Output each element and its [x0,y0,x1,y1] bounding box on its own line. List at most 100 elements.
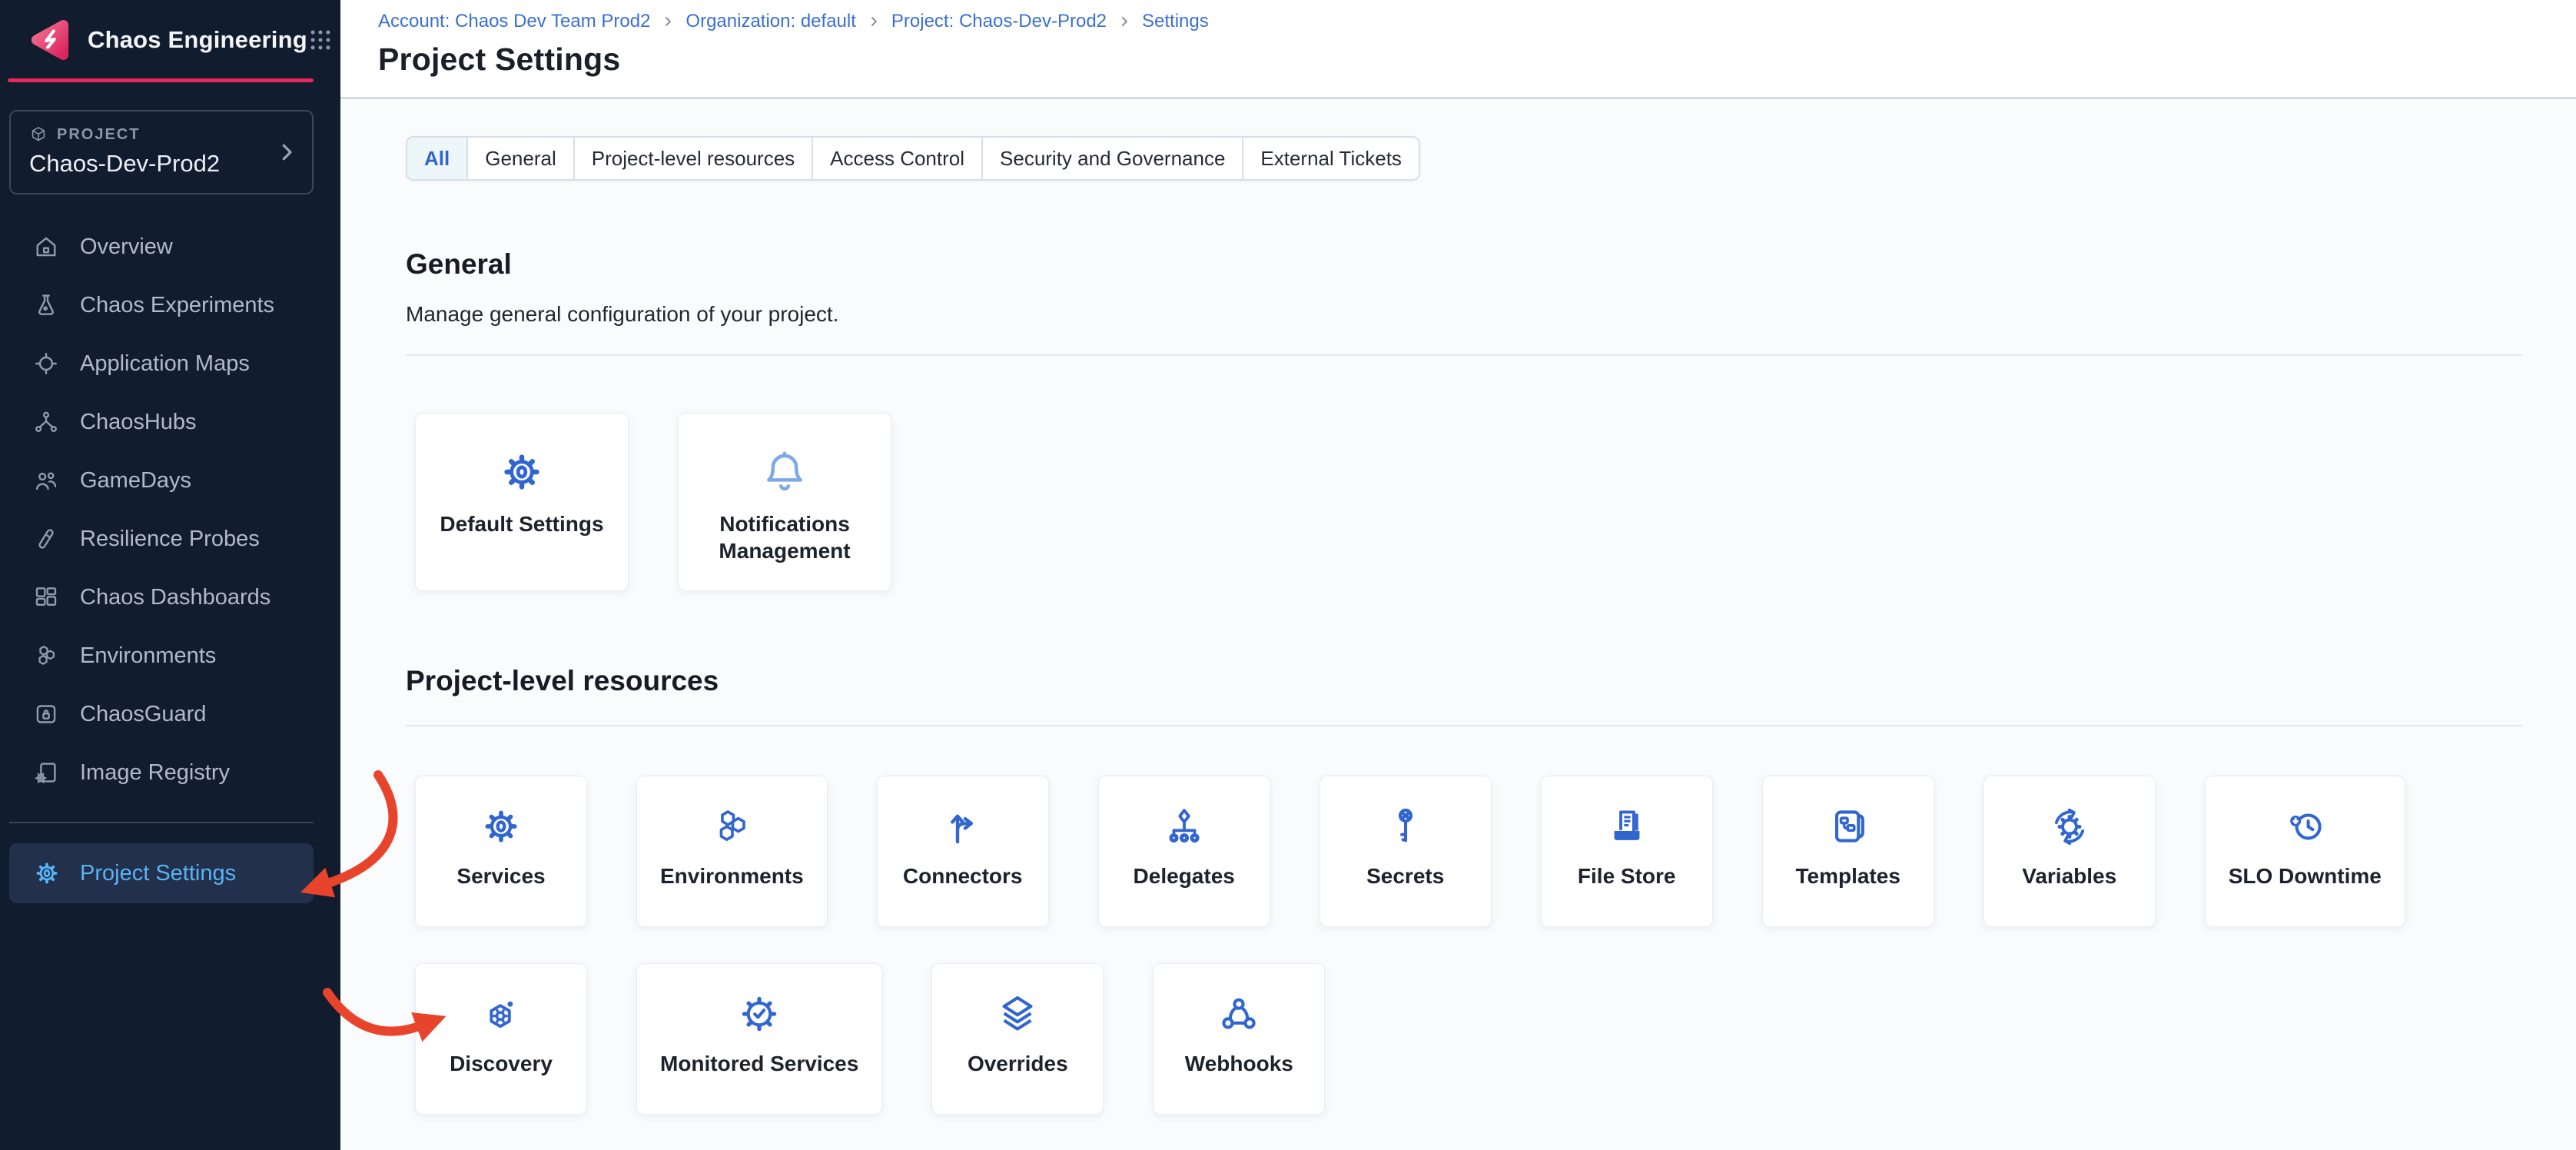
sidebar-nav: Overview Chaos Experiments Application M… [0,218,340,802]
sidebar-item-label: ChaosGuard [80,702,206,727]
sidebar-divider [9,822,314,823]
sidebar-item-chaos-experiments[interactable]: Chaos Experiments [0,276,340,334]
sidebar-item-chaos-dashboards[interactable]: Chaos Dashboards [0,568,340,627]
section-title-project-level-resources: Project-level resources [406,665,2522,697]
page-title: Project Settings [378,42,2545,78]
filter-tabs: All General Project-level resources Acce… [406,136,1420,181]
card-connectors[interactable]: Connectors [877,776,1049,927]
card-label: Webhooks [1185,1052,1293,1076]
sidebar-item-label: Chaos Dashboards [80,585,271,610]
breadcrumb: Account: Chaos Dev Team Prod2 Organizati… [378,11,2545,32]
card-webhooks[interactable]: Webhooks [1153,963,1325,1115]
discovery-icon [479,992,523,1036]
target-icon [32,350,60,377]
chevron-separator-icon [1117,14,1132,29]
card-label: Discovery [450,1052,553,1076]
chevron-separator-icon [866,14,881,29]
chaos-engineering-project-settings-page: { "sidebar": { "brand": {"title": "Chaos… [0,0,2576,1150]
sidebar-item-label: Chaos Experiments [80,293,274,318]
sidebar-item-project-settings[interactable]: Project Settings [9,843,314,903]
card-label: Secrets [1366,864,1444,889]
card-label: SLO Downtime [2229,864,2382,889]
tab-access-control[interactable]: Access Control [812,138,981,179]
gear-icon [479,804,523,849]
slo-downtime-icon [2282,804,2327,849]
brand-header: Chaos Engineering [0,0,340,78]
accent-divider [8,78,314,82]
gear-icon [497,447,546,497]
app-grid-icon[interactable] [307,27,334,53]
sidebar-item-label: Environments [80,643,216,669]
breadcrumb-organization-link[interactable]: Organization: default [685,11,855,32]
sidebar-item-environments[interactable]: Environments [0,627,340,685]
card-variables[interactable]: Variables [1983,776,2156,927]
chevron-separator-icon [660,14,676,29]
sidebar-item-gamedays[interactable]: GameDays [0,451,340,510]
section-description-general: Manage general configuration of your pro… [406,302,2522,327]
sidebar-item-chaoshubs[interactable]: ChaosHubs [0,393,340,451]
sidebar-item-chaosguard[interactable]: ChaosGuard [0,685,340,743]
card-environments[interactable]: Environments [636,776,828,927]
sidebar-item-application-maps[interactable]: Application Maps [0,334,340,393]
card-secrets[interactable]: Secrets [1320,776,1492,927]
gear-icon [32,859,61,888]
monitored-services-icon [737,992,782,1036]
templates-icon [1826,804,1871,849]
card-overrides[interactable]: Overrides [931,963,1104,1115]
project-label: PROJECT [57,126,140,144]
hexagons-icon [32,642,60,670]
tab-project-level-resources[interactable]: Project-level resources [573,138,812,179]
project-selector[interactable]: PROJECT Chaos-Dev-Prod2 [9,110,314,194]
card-file-store[interactable]: File Store [1541,776,1713,927]
card-label: Variables [2022,864,2116,889]
file-store-icon [1605,804,1649,849]
card-services[interactable]: Services [415,776,587,927]
registry-icon [32,759,60,786]
sidebar: Chaos Engineering PROJECT Chaos-Dev-Prod… [0,0,340,1150]
tab-external-tickets[interactable]: External Tickets [1242,138,1419,179]
breadcrumb-account-link[interactable]: Account: Chaos Dev Team Prod2 [378,11,650,32]
card-label: Environments [660,864,804,889]
layers-icon [995,992,1040,1036]
card-default-settings[interactable]: Default Settings [415,413,629,591]
cube-icon [29,125,48,144]
card-notifications-management[interactable]: Notifications Management [678,413,891,591]
bell-icon [760,447,809,497]
card-templates[interactable]: Templates [1762,776,1934,927]
card-label: Templates [1795,864,1900,889]
test-tube-icon [32,525,60,553]
breadcrumb-settings-link[interactable]: Settings [1142,11,1209,32]
webhook-icon [1217,992,1261,1036]
sidebar-item-label: GameDays [80,468,191,494]
card-label: Overrides [968,1052,1068,1076]
sidebar-item-image-registry[interactable]: Image Registry [0,743,340,802]
sidebar-item-label: Application Maps [80,351,250,377]
brand-title: Chaos Engineering [88,26,307,54]
chaos-engineering-logo [28,19,72,61]
tab-all[interactable]: All [407,138,466,179]
project-name: Chaos-Dev-Prod2 [29,150,294,178]
variables-icon [2047,804,2092,849]
main-area: Account: Chaos Dev Team Prod2 Organizati… [340,0,2576,1150]
page-header: Account: Chaos Dev Team Prod2 Organizati… [340,0,2576,99]
tab-security-and-governance[interactable]: Security and Governance [981,138,1242,179]
card-slo-downtime[interactable]: SLO Downtime [2205,776,2405,927]
tab-general[interactable]: General [466,138,573,179]
section-divider [406,354,2522,356]
card-monitored-services[interactable]: Monitored Services [636,963,882,1115]
network-icon [32,408,60,436]
sidebar-item-label: Overview [80,234,173,260]
card-discovery[interactable]: Discovery [415,963,587,1115]
card-delegates[interactable]: Delegates [1098,776,1270,927]
sidebar-item-overview[interactable]: Overview [0,218,340,276]
breadcrumb-project-link[interactable]: Project: Chaos-Dev-Prod2 [891,11,1107,32]
sidebar-item-resilience-probes[interactable]: Resilience Probes [0,510,340,568]
card-label: Default Settings [429,510,614,537]
section-title-general: General [406,248,2522,281]
split-arrows-icon [941,804,985,849]
people-icon [32,467,60,494]
card-label: Delegates [1134,864,1235,889]
lock-icon [32,700,60,728]
card-label: Connectors [903,864,1023,889]
chevron-right-icon[interactable] [275,141,298,164]
